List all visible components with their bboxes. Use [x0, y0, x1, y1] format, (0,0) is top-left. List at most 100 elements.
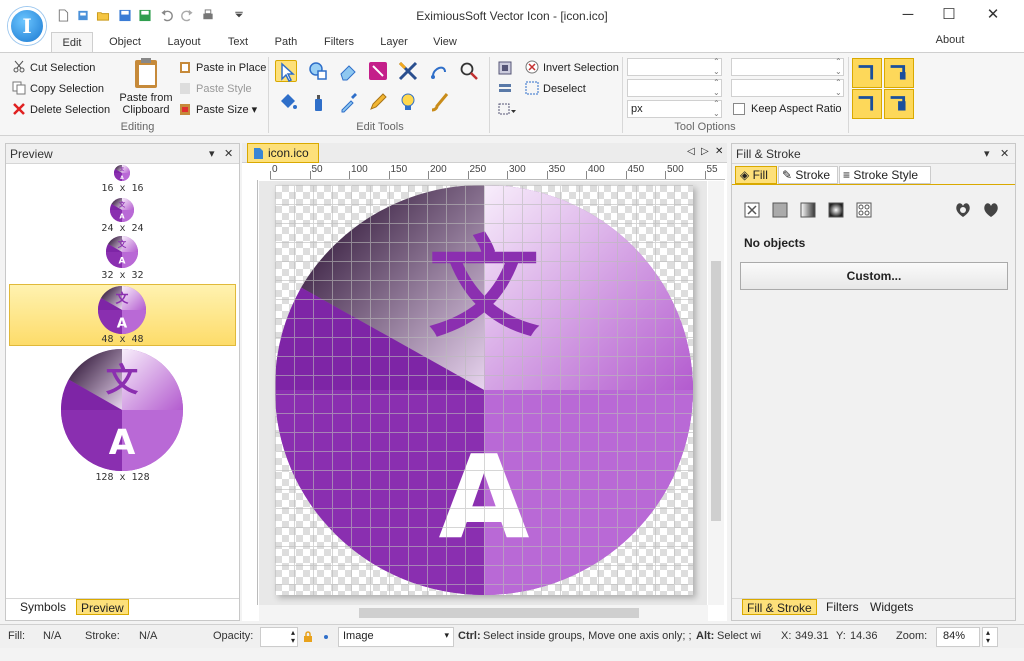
tab-stroke[interactable]: ✎ Stroke: [778, 166, 838, 184]
stroke-status-value: N/A: [139, 630, 158, 642]
icon-preview-16[interactable]: [114, 165, 130, 181]
icon-preview-128[interactable]: [61, 349, 183, 471]
tab-path[interactable]: Path: [270, 32, 302, 52]
panel-close-icon[interactable]: ✕: [1000, 144, 1009, 164]
tab-view[interactable]: View: [428, 32, 462, 52]
unit-value: px: [631, 103, 643, 115]
shapes-icon: [309, 62, 327, 80]
flat-color-icon[interactable]: [772, 202, 788, 218]
horizontal-scroll-thumb[interactable]: [359, 608, 639, 618]
ruler-tick-mark: [507, 171, 508, 179]
fill-rule-evenodd-icon[interactable]: [954, 201, 972, 219]
canvas-area[interactable]: [259, 181, 707, 605]
tweak-tool[interactable]: [397, 60, 419, 82]
paste-in-place-label: Paste in Place: [196, 62, 267, 74]
opacity-spinner[interactable]: ▴ ▾: [260, 627, 298, 647]
layer-visibility-icon[interactable]: [320, 631, 332, 643]
copy-selection-button[interactable]: Copy Selection: [12, 80, 104, 98]
tab-scroll-right-icon[interactable]: ▷: [701, 146, 709, 157]
opacity-label: Opacity:: [213, 630, 254, 642]
tab-fill[interactable]: ◈ Fill: [735, 166, 777, 184]
icon-preview-48[interactable]: [98, 286, 146, 334]
keep-aspect-checkbox[interactable]: [733, 103, 745, 115]
tab-stroke-style[interactable]: ≡ Stroke Style: [839, 166, 931, 184]
tab-layer[interactable]: Layer: [376, 32, 412, 52]
icon-preview-24[interactable]: [110, 198, 134, 222]
pen-icon: ✎: [782, 168, 796, 182]
minimize-button[interactable]: ─: [893, 4, 923, 26]
panel-menu-icon[interactable]: ▾: [209, 144, 215, 164]
option-spinner-3[interactable]: [731, 57, 844, 77]
cut-selection-button[interactable]: Cut Selection: [12, 59, 95, 77]
corner-bottom-right-button[interactable]: [884, 89, 914, 119]
corner-icon: [858, 96, 874, 111]
maximize-button[interactable]: ☐: [934, 4, 964, 26]
select-tool[interactable]: [275, 60, 297, 83]
tab-preview[interactable]: Preview: [76, 599, 129, 615]
paste-in-place-button[interactable]: Paste in Place: [178, 59, 266, 77]
eyedropper-tool[interactable]: [337, 91, 359, 113]
option-spinner-4[interactable]: [731, 78, 844, 98]
unit-select[interactable]: px: [627, 99, 722, 119]
option-spinner-1[interactable]: [627, 57, 722, 77]
document-tab[interactable]: icon.ico: [247, 143, 319, 163]
spray-tool[interactable]: [307, 91, 329, 113]
no-paint-icon[interactable]: [744, 202, 760, 218]
document-close-icon[interactable]: ✕: [715, 146, 723, 157]
panel-close-icon[interactable]: ✕: [224, 144, 233, 164]
layer-select[interactable]: Image ▾: [338, 627, 454, 647]
icon-preview-32[interactable]: [106, 236, 138, 268]
zoom-input[interactable]: 84%: [936, 627, 980, 647]
connector-tool[interactable]: [428, 60, 450, 82]
zoom-spinner[interactable]: ▴ ▾: [982, 627, 998, 647]
vertical-scrollbar[interactable]: [708, 181, 724, 605]
ruler-tick-label: 0: [272, 164, 278, 175]
linear-gradient-icon[interactable]: [800, 202, 816, 218]
tab-symbols[interactable]: Symbols: [16, 599, 70, 615]
tab-edit[interactable]: Edit: [51, 32, 93, 53]
node-tool[interactable]: [367, 60, 389, 82]
panel-menu-icon[interactable]: ▾: [984, 144, 990, 164]
tab-filters-panel[interactable]: Filters: [822, 599, 863, 615]
ruler-tick-mark: [388, 171, 390, 179]
calligraphy-tool[interactable]: [428, 91, 450, 113]
shape-tool[interactable]: [307, 60, 329, 82]
pattern-icon[interactable]: [856, 202, 872, 218]
vertical-scroll-thumb[interactable]: [711, 261, 721, 521]
eraser-tool[interactable]: [337, 60, 359, 82]
tab-fill-and-stroke[interactable]: Fill & Stroke: [742, 599, 817, 615]
tab-scroll-left-icon[interactable]: ◁: [687, 146, 695, 157]
gradient-tool[interactable]: [397, 91, 419, 113]
tab-text[interactable]: Text: [222, 32, 254, 52]
select-same-icon[interactable]: [498, 82, 512, 96]
icon-canvas[interactable]: [275, 185, 693, 595]
corner-top-right-button[interactable]: [884, 58, 914, 88]
invert-selection-button[interactable]: Invert Selection: [525, 59, 619, 77]
pencil-tool[interactable]: [367, 91, 389, 113]
selection-options-icon[interactable]: [498, 103, 516, 117]
lock-icon[interactable]: [302, 631, 314, 643]
paste-from-clipboard-button[interactable]: Paste from Clipboard: [117, 57, 175, 119]
zoom-tool[interactable]: [458, 60, 480, 82]
corner-bottom-left-button[interactable]: [852, 89, 882, 119]
about-link[interactable]: About: [928, 30, 972, 50]
delete-selection-button[interactable]: Delete Selection: [12, 101, 110, 119]
paste-style-button[interactable]: Paste Style: [178, 80, 252, 98]
horizontal-scrollbar[interactable]: [259, 605, 708, 621]
paste-size-button[interactable]: Paste Size ▾: [178, 101, 257, 119]
close-button[interactable]: ✕: [978, 4, 1008, 26]
select-all-icon[interactable]: [498, 61, 512, 75]
deselect-button[interactable]: Deselect: [525, 80, 586, 98]
app-menu-button[interactable]: I: [8, 7, 46, 45]
cut-label: Cut Selection: [30, 62, 96, 74]
custom-button[interactable]: Custom...: [740, 262, 1008, 290]
paint-bucket-tool[interactable]: [277, 91, 299, 113]
option-spinner-2[interactable]: [627, 78, 722, 98]
fill-rule-nonzero-icon[interactable]: [982, 201, 1000, 219]
tab-filters[interactable]: Filters: [318, 32, 360, 52]
tab-layout[interactable]: Layout: [161, 32, 207, 52]
radial-gradient-icon[interactable]: [828, 202, 844, 218]
tab-widgets[interactable]: Widgets: [866, 599, 917, 615]
corner-top-left-button[interactable]: [852, 58, 882, 88]
tab-object[interactable]: Object: [103, 32, 147, 52]
